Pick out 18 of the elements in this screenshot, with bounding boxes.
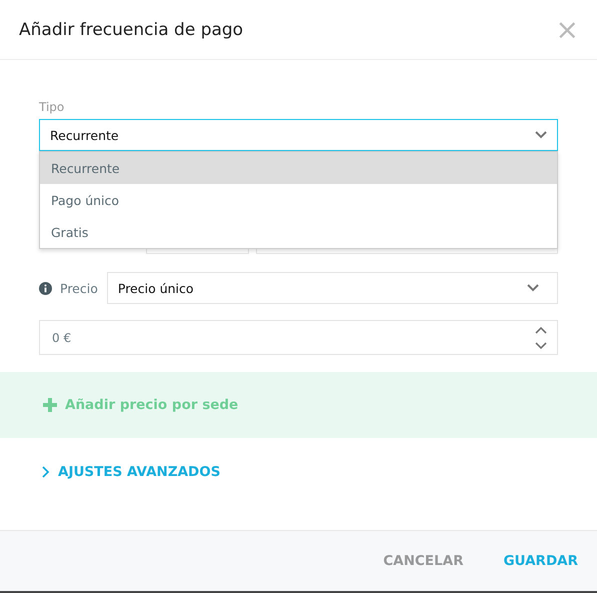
- dropdown-option[interactable]: Gratis: [40, 216, 557, 248]
- chevron-down-icon: [527, 284, 539, 292]
- chevron-down-icon: [535, 131, 547, 139]
- field-label: Precio: [60, 280, 98, 296]
- info-icon[interactable]: [39, 282, 52, 294]
- plus-icon: [43, 398, 57, 412]
- cancel-button[interactable]: CANCELAR: [383, 553, 464, 569]
- dialog-title: Añadir frecuencia de pago: [19, 20, 244, 40]
- advanced-settings-toggle[interactable]: AJUSTES AVANZADOS: [42, 464, 220, 480]
- field-label: Tipo: [39, 100, 66, 114]
- amount-input[interactable]: 0 €: [39, 320, 558, 355]
- dropdown-option[interactable]: Pago único: [40, 184, 557, 216]
- price-select[interactable]: Precio único: [106, 272, 558, 304]
- stepper-icon[interactable]: [535, 326, 547, 348]
- type-select[interactable]: Recurrente: [39, 119, 558, 151]
- chevron-right-icon: [42, 466, 50, 478]
- save-button[interactable]: GUARDAR: [503, 553, 578, 569]
- dropdown-option[interactable]: Recurrente: [40, 152, 557, 184]
